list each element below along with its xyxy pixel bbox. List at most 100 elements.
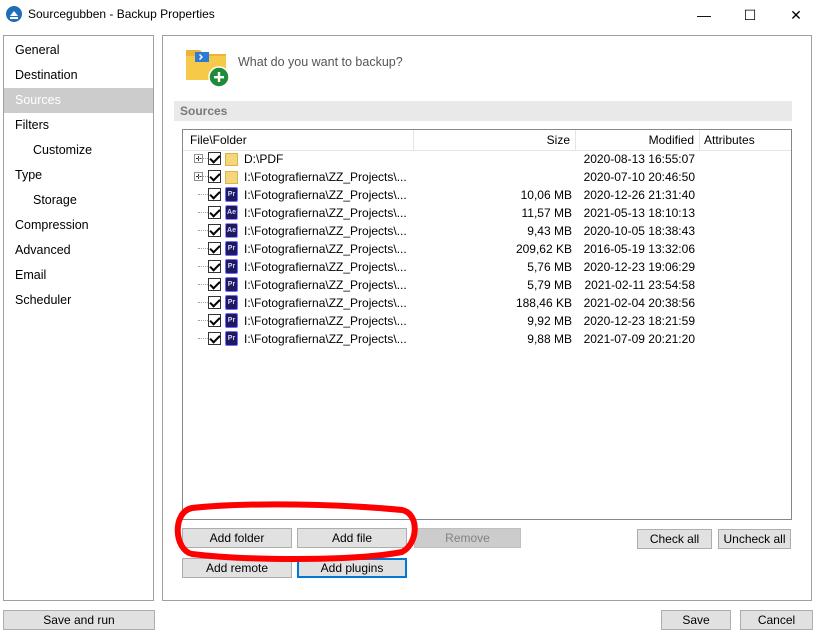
row-modified: 2020-08-13 16:55:07 <box>583 152 695 166</box>
tree-line <box>198 176 208 177</box>
row-modified: 2021-02-11 23:54:58 <box>584 278 695 292</box>
row-size <box>414 150 572 168</box>
folder-add-icon <box>186 50 230 88</box>
row-checkbox[interactable] <box>208 296 221 309</box>
premiere-file-icon: Pr <box>225 277 238 292</box>
premiere-file-icon: Pr <box>225 187 238 202</box>
premiere-file-icon: Pr <box>225 241 238 256</box>
row-size <box>414 168 572 186</box>
row-name: I:\Fotografierna\ZZ_Projects\... <box>244 332 407 346</box>
nav-item-sources[interactable]: Sources <box>4 88 153 113</box>
add-plugins-button[interactable]: Add plugins <box>297 558 407 578</box>
save-button[interactable]: Save <box>661 610 731 630</box>
settings-nav: General Destination Sources Filters Cust… <box>3 35 154 601</box>
row-modified: 2021-02-04 20:38:56 <box>583 296 695 310</box>
row-name: I:\Fotografierna\ZZ_Projects\... <box>244 260 407 274</box>
row-checkbox[interactable] <box>208 314 221 327</box>
row-name: I:\Fotografierna\ZZ_Projects\... <box>244 314 407 328</box>
title-bar: Sourcegubben - Backup Properties — ☐ ✕ <box>0 0 819 30</box>
nav-item-type[interactable]: Type <box>4 163 153 188</box>
row-checkbox[interactable] <box>208 332 221 345</box>
close-button[interactable]: ✕ <box>773 0 819 30</box>
row-checkbox[interactable] <box>208 242 221 255</box>
row-name: I:\Fotografierna\ZZ_Projects\... <box>244 206 407 220</box>
folder-icon <box>225 171 238 184</box>
nav-item-general[interactable]: General <box>4 38 153 63</box>
row-modified: 2020-12-23 18:21:59 <box>583 314 695 328</box>
window-title: Sourcegubben - Backup Properties <box>28 7 215 21</box>
nav-item-scheduler[interactable]: Scheduler <box>4 288 153 313</box>
tree-line <box>198 230 208 231</box>
row-size: 9,88 MB <box>527 332 572 346</box>
tree-line <box>198 248 208 249</box>
row-modified: 2021-05-13 18:10:13 <box>583 206 695 220</box>
tree-line <box>198 284 208 285</box>
row-size: 10,06 MB <box>520 188 572 202</box>
tree-line <box>198 158 208 159</box>
list-item[interactable]: Pr I:\Fotografierna\ZZ_Projects\... 5,79… <box>183 276 791 294</box>
column-attributes[interactable]: Attributes <box>700 130 791 151</box>
list-item[interactable]: Pr I:\Fotografierna\ZZ_Projects\... 188,… <box>183 294 791 312</box>
check-all-button[interactable]: Check all <box>637 529 712 549</box>
row-checkbox[interactable] <box>208 188 221 201</box>
premiere-file-icon: Pr <box>225 313 238 328</box>
list-item[interactable]: Ae I:\Fotografierna\ZZ_Projects\... 9,43… <box>183 222 791 240</box>
row-size: 209,62 KB <box>515 242 572 256</box>
nav-item-filters[interactable]: Filters <box>4 113 153 138</box>
nav-item-destination[interactable]: Destination <box>4 63 153 88</box>
row-size: 188,46 KB <box>515 296 572 310</box>
row-modified: 2020-12-26 21:31:40 <box>583 188 695 202</box>
remove-button[interactable]: Remove <box>414 528 521 548</box>
backup-prompt: What do you want to backup? <box>238 55 403 69</box>
list-item[interactable]: Pr I:\Fotografierna\ZZ_Projects\... 10,0… <box>183 186 791 204</box>
column-modified[interactable]: Modified <box>576 130 700 151</box>
uncheck-all-button[interactable]: Uncheck all <box>718 529 791 549</box>
column-file-folder[interactable]: File\Folder <box>183 130 414 151</box>
nav-item-compression[interactable]: Compression <box>4 213 153 238</box>
list-item[interactable]: Pr I:\Fotografierna\ZZ_Projects\... 9,88… <box>183 330 791 348</box>
row-size: 5,76 MB <box>527 260 572 274</box>
row-name: I:\Fotografierna\ZZ_Projects\... <box>244 224 407 238</box>
save-and-run-button[interactable]: Save and run <box>3 610 155 630</box>
nav-item-customize[interactable]: Customize <box>4 138 153 163</box>
add-remote-button[interactable]: Add remote <box>182 558 292 578</box>
nav-item-email[interactable]: Email <box>4 263 153 288</box>
row-size: 11,57 MB <box>521 206 572 220</box>
sources-list[interactable]: File\Folder Size Modified Attributes D:\… <box>182 129 792 520</box>
nav-item-advanced[interactable]: Advanced <box>4 238 153 263</box>
row-name: D:\PDF <box>244 152 284 166</box>
row-checkbox[interactable] <box>208 170 221 183</box>
list-item[interactable]: Pr I:\Fotografierna\ZZ_Projects\... 209,… <box>183 240 791 258</box>
column-size[interactable]: Size <box>414 130 576 151</box>
row-modified: 2020-10-05 18:38:43 <box>583 224 695 238</box>
maximize-button[interactable]: ☐ <box>727 0 773 30</box>
row-name: I:\Fotografierna\ZZ_Projects\... <box>244 170 407 184</box>
premiere-file-icon: Pr <box>225 259 238 274</box>
app-logo-icon <box>6 6 22 22</box>
row-checkbox[interactable] <box>208 260 221 273</box>
sources-section-header: Sources <box>174 101 792 121</box>
tree-line <box>198 338 208 339</box>
row-checkbox[interactable] <box>208 224 221 237</box>
row-modified: 2021-07-09 20:21:20 <box>583 332 695 346</box>
row-checkbox[interactable] <box>208 278 221 291</box>
row-modified: 2020-12-23 19:06:29 <box>583 260 695 274</box>
list-item[interactable]: Pr I:\Fotografierna\ZZ_Projects\... 9,92… <box>183 312 791 330</box>
add-file-button[interactable]: Add file <box>297 528 407 548</box>
cancel-button[interactable]: Cancel <box>740 610 813 630</box>
row-checkbox[interactable] <box>208 152 221 165</box>
list-item[interactable]: I:\Fotografierna\ZZ_Projects\... 2020-07… <box>183 168 791 186</box>
row-size: 5,79 MB <box>527 278 572 292</box>
row-checkbox[interactable] <box>208 206 221 219</box>
list-item[interactable]: Ae I:\Fotografierna\ZZ_Projects\... 11,5… <box>183 204 791 222</box>
folder-icon <box>225 153 238 166</box>
tree-line <box>198 212 208 213</box>
add-folder-button[interactable]: Add folder <box>182 528 292 548</box>
nav-item-storage[interactable]: Storage <box>4 188 153 213</box>
row-name: I:\Fotografierna\ZZ_Projects\... <box>244 188 407 202</box>
minimize-button[interactable]: — <box>681 0 727 30</box>
list-item[interactable]: D:\PDF 2020-08-13 16:55:07 <box>183 150 791 168</box>
list-item[interactable]: Pr I:\Fotografierna\ZZ_Projects\... 5,76… <box>183 258 791 276</box>
row-size: 9,43 MB <box>527 224 572 238</box>
row-modified: 2020-07-10 20:46:50 <box>583 170 695 184</box>
